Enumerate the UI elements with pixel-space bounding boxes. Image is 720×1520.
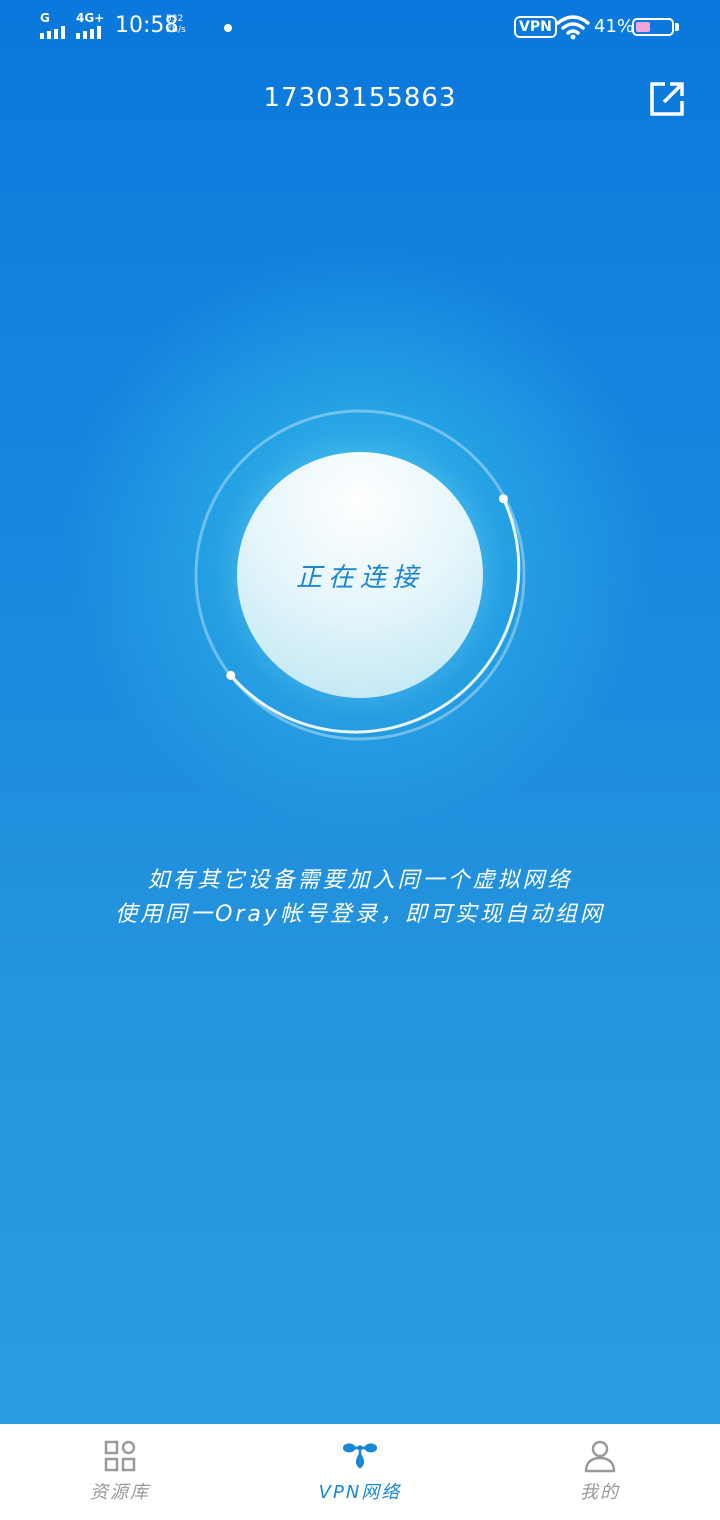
net-speed: 532 KB/s	[166, 14, 186, 36]
net-speed-unit: KB/s	[166, 25, 186, 35]
signal-bars-icon	[76, 25, 101, 39]
status-bar: G 4G+ 10:58 532 KB/s VPN 41%	[0, 0, 720, 56]
hint-line-1: 如有其它设备需要加入同一个虚拟网络	[147, 868, 573, 893]
notification-dot	[224, 24, 232, 32]
ring-dot	[226, 670, 236, 680]
sim2-label: 4G+	[76, 11, 105, 25]
nav-label: 资源库	[90, 1482, 150, 1503]
user-icon	[584, 1440, 616, 1473]
sim1-signal: G	[40, 12, 65, 39]
hint-line-2: 使用同一Oray帐号登录，即可实现自动组网	[115, 902, 605, 927]
sim1-label: G	[40, 11, 50, 25]
net-speed-value: 532	[166, 14, 184, 24]
ring-dot	[498, 494, 508, 504]
bottom-nav: 资源库 VPN网络 我的	[0, 1424, 720, 1520]
battery-icon	[632, 18, 674, 36]
nav-item-vpn-network[interactable]: VPN网络	[240, 1424, 480, 1520]
vpn-screen: G 4G+ 10:58 532 KB/s VPN 41% 17303155863	[0, 0, 720, 1520]
wifi-icon	[556, 15, 590, 40]
battery-percent: 41%	[594, 16, 635, 37]
grid-apps-icon	[104, 1440, 136, 1472]
signal-bars-icon	[40, 25, 65, 39]
nav-item-resource-library[interactable]: 资源库	[0, 1424, 240, 1520]
vpn-badge: VPN	[514, 16, 557, 38]
sim2-signal: 4G+	[76, 12, 104, 39]
network-nodes-icon	[342, 1443, 378, 1469]
nav-label: VPN网络	[318, 1482, 402, 1503]
nav-item-me[interactable]: 我的	[480, 1424, 720, 1520]
external-link-icon[interactable]	[648, 80, 686, 118]
nav-label: 我的	[580, 1482, 620, 1503]
connect-button[interactable]: 正在连接	[237, 452, 483, 698]
battery-level	[636, 22, 650, 32]
connect-status-label: 正在连接	[295, 562, 424, 593]
battery-tip	[675, 23, 679, 31]
account-number: 17303155863	[263, 83, 457, 113]
